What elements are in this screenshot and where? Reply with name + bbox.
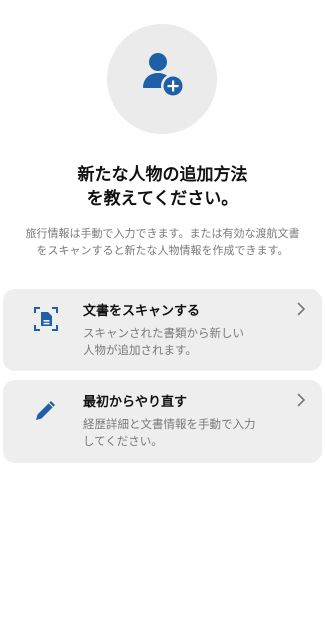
add-person-icon [143,53,185,98]
scan-document-icon [34,307,58,331]
chevron-right-icon [297,302,306,316]
start-over-title: 最初からやり直す [83,395,188,410]
page-title: 新たな人物の追加方法 を教えてください。 [77,165,248,209]
start-over-description: 経歴詳細と文書情報を手動で入力 してください。 [83,417,256,448]
scan-document-option[interactable]: 文書をスキャンする スキャンされた書類から新しい 人物が追加されます。 [3,289,322,371]
scan-document-description: スキャンされた書類から新しい 人物が追加されます。 [83,326,244,357]
scan-document-title: 文書をスキャンする [83,304,201,319]
pencil-icon [36,401,55,420]
add-person-illustration [107,24,217,134]
chevron-right-icon [297,393,306,407]
page-description: 旅行情報は手動で入力できます。または有効な渡航文書 をスキャンすると新たな人物情… [25,227,300,257]
start-over-option[interactable]: 最初からやり直す 経歴詳細と文書情報を手動で入力 してください。 [3,380,322,463]
